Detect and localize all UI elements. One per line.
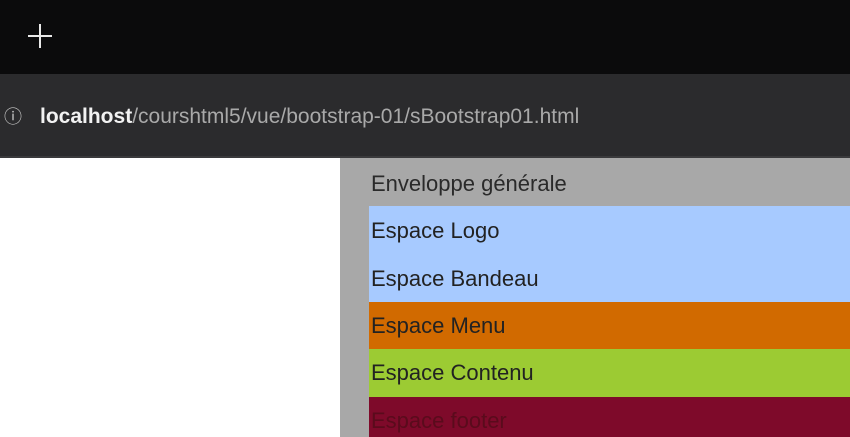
url-host: localhost <box>40 105 133 128</box>
contenu-space: Espace Contenu <box>369 349 850 397</box>
address-bar: ⓘ localhost/courshtml5/vue/bootstrap-01/… <box>0 74 850 158</box>
bandeau-space-label: Espace Bandeau <box>371 266 539 291</box>
footer-space: Espace footer <box>369 397 850 437</box>
info-circle-icon[interactable]: ⓘ <box>4 107 22 129</box>
url-field[interactable]: localhost/courshtml5/vue/bootstrap-01/sB… <box>40 102 579 132</box>
menu-space: Espace Menu <box>369 302 850 349</box>
plus-icon[interactable] <box>28 24 52 48</box>
logo-bandeau-area: Espace Logo Espace Bandeau <box>369 206 850 302</box>
tab-strip <box>0 0 850 74</box>
url-path: /courshtml5/vue/bootstrap-01/sBootstrap0… <box>132 105 580 128</box>
wrapper-label: Enveloppe générale <box>371 171 567 196</box>
logo-space-label: Espace Logo <box>371 218 500 243</box>
